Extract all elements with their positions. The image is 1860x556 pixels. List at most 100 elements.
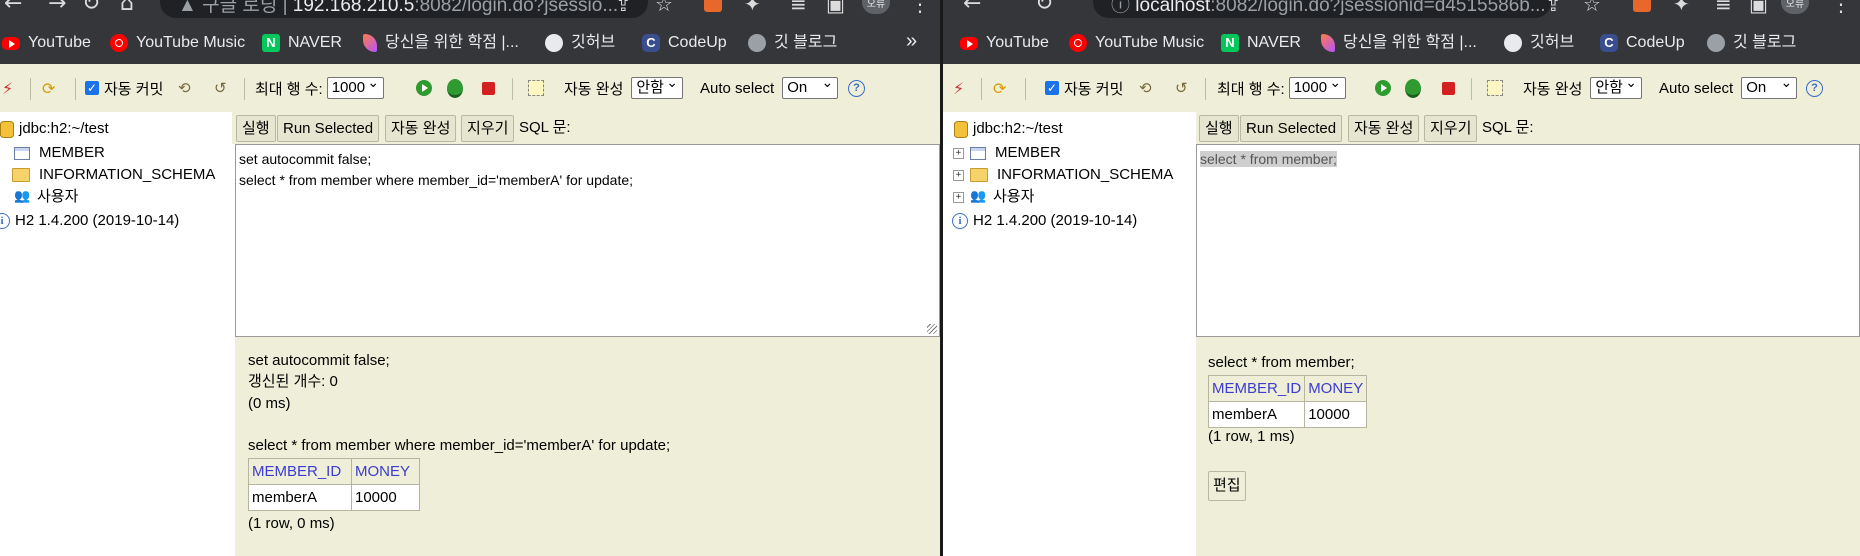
bookmark-naver[interactable]: N NAVER	[262, 33, 342, 53]
stop-icon[interactable]	[1442, 81, 1455, 95]
run-selected-button[interactable]: Run Selected	[277, 115, 380, 142]
sql-line-1: set autocommit false;	[239, 151, 372, 167]
commit-icon[interactable]: ↺	[1175, 79, 1188, 97]
extensions-puzzle-icon[interactable]: ✦	[744, 0, 761, 16]
run-button[interactable]: 실행	[236, 115, 276, 142]
address-bar[interactable]: ⓘ localhost:8082/login.do?jsessionid=d45…	[1093, 0, 1551, 18]
bookmark-hakjeom[interactable]: 당신을 위한 학점 |...	[363, 33, 519, 53]
back-icon[interactable]: ←	[4, 0, 22, 16]
bookmark-git-blog[interactable]: 깃 블로그	[748, 33, 837, 53]
resize-grip-icon[interactable]	[927, 324, 937, 334]
column-header[interactable]: MEMBER_ID	[1207, 375, 1306, 402]
bookmark-youtube[interactable]: YouTube	[960, 33, 1049, 53]
bookmark-codeup[interactable]: C CodeUp	[1600, 33, 1685, 53]
disconnect-icon[interactable]: ⚡	[2, 79, 13, 98]
refresh-icon[interactable]: ⟳	[42, 79, 55, 98]
tree-db[interactable]: jdbc:h2:~/test	[0, 119, 109, 139]
bookmark-codeup[interactable]: C CodeUp	[642, 33, 727, 53]
extension-icon[interactable]	[1633, 0, 1651, 12]
profile-avatar[interactable]: 오류	[1781, 0, 1809, 14]
run-button[interactable]: 실행	[1199, 115, 1239, 142]
share-icon[interactable]: ⇪	[1545, 0, 1562, 16]
tree-users[interactable]: 👥 사용자	[14, 187, 78, 207]
sql-editor[interactable]: set autocommit false; select * from memb…	[235, 144, 940, 337]
expand-icon[interactable]: +	[953, 147, 964, 159]
column-header[interactable]: MEMBER_ID	[248, 458, 352, 485]
tree-information-schema[interactable]: INFORMATION_SCHEMA	[12, 165, 215, 185]
extension-icon[interactable]	[704, 0, 722, 12]
tree-users[interactable]: + 👥 사용자	[953, 187, 1034, 207]
run-icon[interactable]	[416, 80, 432, 96]
home-icon[interactable]: ⌂	[120, 0, 134, 16]
forward-icon[interactable]: →	[48, 0, 66, 16]
back-icon[interactable]: ←	[963, 0, 981, 16]
max-rows-select[interactable]: 1000	[326, 73, 385, 99]
bookmarks-more-icon[interactable]: »	[906, 30, 917, 53]
right-browser-window: ← ↻ ⓘ localhost:8082/login.do?jsessionid…	[943, 0, 1860, 556]
bookmark-youtube-music[interactable]: YouTube Music	[110, 33, 245, 53]
run-selected-icon[interactable]	[447, 78, 463, 98]
menu-kebab-icon[interactable]: ⋮	[1831, 0, 1851, 16]
clear-button[interactable]: 지우기	[461, 115, 515, 142]
reading-list-icon[interactable]: ≡	[790, 0, 807, 16]
stop-icon[interactable]	[482, 81, 495, 95]
column-header[interactable]: MONEY	[1304, 375, 1368, 402]
site-info-icon[interactable]: ⓘ	[1111, 0, 1135, 16]
help-icon[interactable]: ?	[848, 79, 865, 97]
bookmark-hakjeom[interactable]: 당신을 위한 학점 |...	[1321, 33, 1477, 53]
reading-list-icon[interactable]: ≡	[1715, 0, 1732, 16]
bookmark-naver[interactable]: N NAVER	[1221, 33, 1301, 53]
expand-icon[interactable]: +	[953, 191, 964, 203]
autocomplete-select[interactable]: 안함	[631, 73, 683, 99]
share-icon[interactable]: ⇪	[615, 0, 632, 16]
reload-icon[interactable]: ↻	[1035, 0, 1053, 16]
info-icon: i	[0, 213, 10, 229]
sql-editor[interactable]: select * from member;	[1196, 144, 1860, 337]
site-info-icon[interactable]: ▲	[178, 0, 202, 16]
database-icon	[0, 120, 14, 138]
disconnect-icon[interactable]: ⚡	[953, 79, 964, 98]
bookmark-star-icon[interactable]: ☆	[655, 0, 673, 16]
tree-member[interactable]: + MEMBER	[953, 143, 1061, 163]
expand-icon[interactable]: +	[953, 169, 964, 181]
menu-kebab-icon[interactable]: ⋮	[910, 0, 930, 16]
bookmark-github[interactable]: 깃허브	[1504, 33, 1574, 53]
autocomplete-select[interactable]: 안함	[1590, 73, 1642, 99]
column-header[interactable]: MONEY	[351, 458, 420, 485]
bookmark-star-icon[interactable]: ☆	[1583, 0, 1601, 16]
profile-avatar[interactable]: 오류	[862, 0, 890, 14]
clear-button[interactable]: 지우기	[1424, 115, 1478, 142]
tree-information-schema[interactable]: + INFORMATION_SCHEMA	[953, 165, 1173, 185]
autocomplete-button[interactable]: 자동 완성	[385, 115, 457, 142]
result-summary: (1 row, 1 ms)	[1208, 428, 1295, 445]
rollback-icon[interactable]: ⟲	[178, 79, 191, 97]
auto-select-select[interactable]: On	[1741, 73, 1798, 99]
side-panel-icon[interactable]: ▣	[1749, 0, 1768, 16]
sql-generator-icon[interactable]	[528, 80, 544, 96]
bookmark-git-blog[interactable]: 깃 블로그	[1707, 33, 1796, 53]
help-icon[interactable]: ?	[1806, 79, 1823, 97]
max-rows-select[interactable]: 1000	[1288, 73, 1347, 99]
object-tree: jdbc:h2:~/test MEMBER INFORMATION_SCHEMA…	[0, 112, 232, 556]
tree-db[interactable]: jdbc:h2:~/test	[954, 119, 1063, 139]
extensions-puzzle-icon[interactable]: ✦	[1673, 0, 1690, 16]
bookmark-youtube-music[interactable]: YouTube Music	[1069, 33, 1204, 53]
run-icon[interactable]	[1375, 80, 1391, 96]
bookmark-youtube[interactable]: YouTube	[2, 33, 91, 53]
rollback-icon[interactable]: ⟲	[1139, 79, 1152, 97]
reload-icon[interactable]: ↻	[82, 0, 100, 16]
autocomplete-button[interactable]: 자동 완성	[1348, 115, 1420, 142]
auto-select-select[interactable]: On	[782, 73, 839, 99]
tree-member[interactable]: MEMBER	[14, 143, 105, 163]
run-selected-button[interactable]: Run Selected	[1240, 115, 1343, 142]
commit-icon[interactable]: ↺	[214, 79, 227, 97]
refresh-icon[interactable]: ⟳	[993, 79, 1006, 98]
address-bar[interactable]: ▲ 구글 로딩 | 192.168.210.5:8082/login.do?js…	[160, 0, 648, 18]
side-panel-icon[interactable]: ▣	[826, 0, 845, 16]
run-selected-icon[interactable]	[1405, 78, 1421, 98]
autocommit-checkbox[interactable]: ✓	[85, 81, 99, 95]
bookmark-github[interactable]: 깃허브	[545, 33, 615, 53]
edit-button[interactable]: 편집	[1208, 471, 1246, 501]
sql-generator-icon[interactable]	[1487, 80, 1503, 96]
autocommit-checkbox[interactable]: ✓	[1045, 81, 1059, 95]
